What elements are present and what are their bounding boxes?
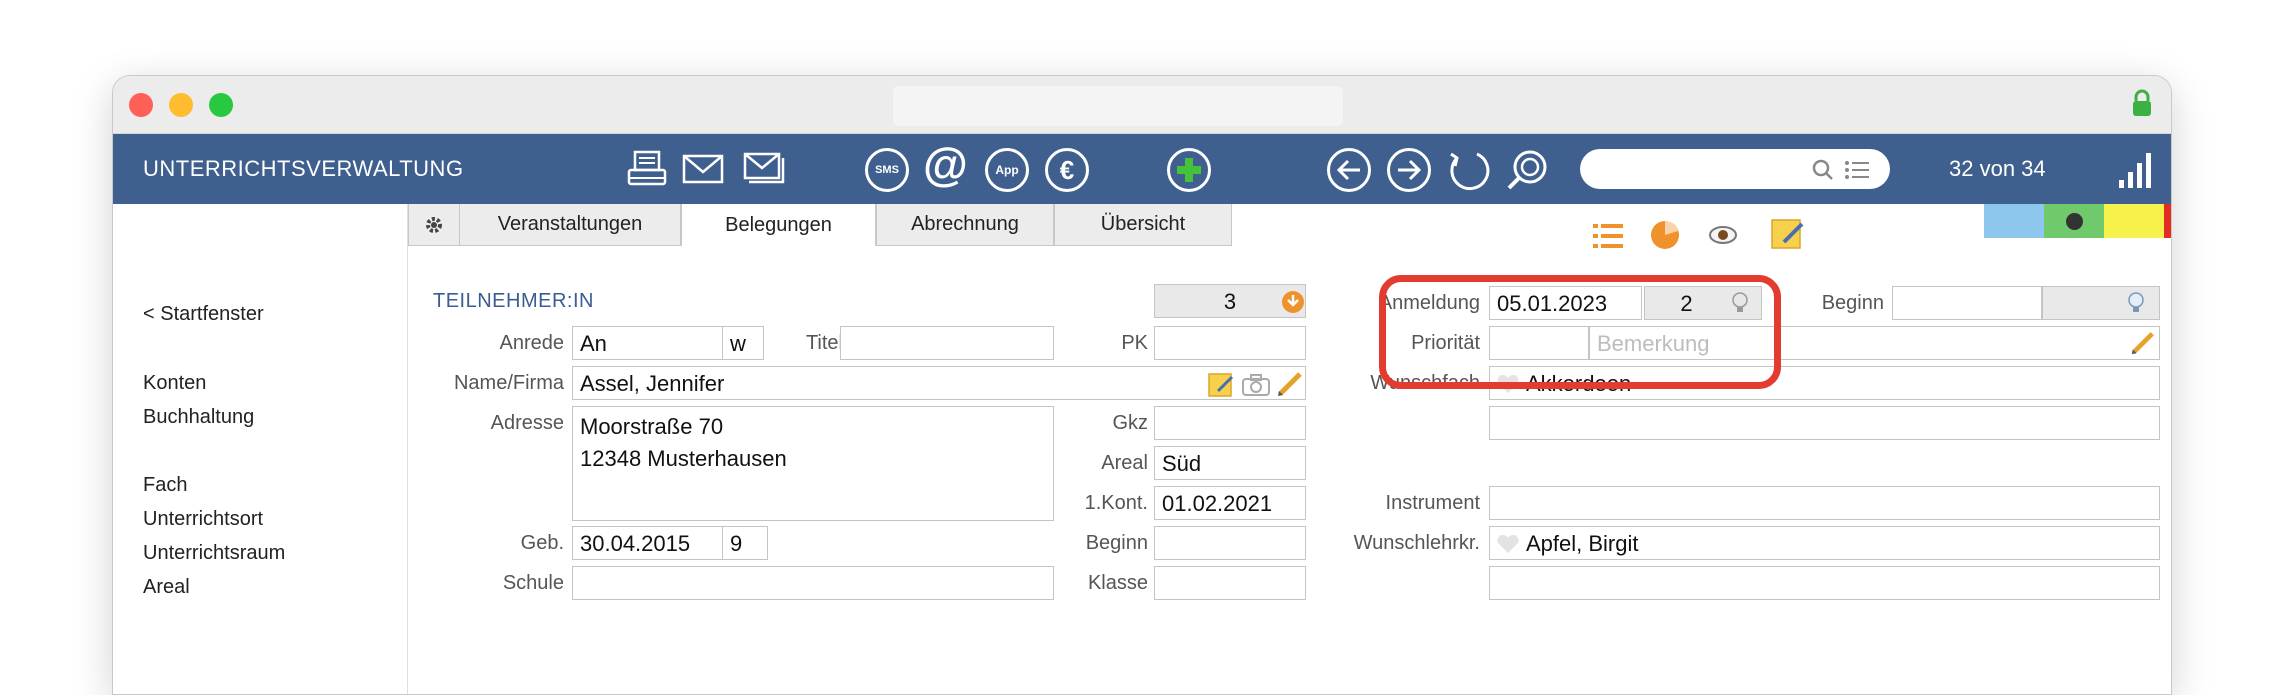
list-icon[interactable] (1844, 159, 1870, 181)
wunschlehrer-label: Wunschlehrkr. (1353, 532, 1480, 554)
app-window: UNTERRICHTSVERWALTUNG SMS @ App € 32 von… (112, 75, 2172, 695)
settings-tab[interactable] (408, 204, 460, 246)
geb-label: Geb. (520, 532, 564, 554)
color-swatch-blue[interactable] (1984, 204, 2044, 238)
zoom-icon[interactable] (1505, 148, 1549, 192)
color-swatch-yellow[interactable] (2104, 204, 2164, 238)
beginn-field[interactable] (1154, 526, 1306, 560)
pie-icon[interactable] (1650, 220, 1680, 250)
sidebar-item-fach[interactable]: Fach (143, 474, 187, 497)
pencil-icon[interactable] (1276, 370, 1304, 398)
content-area: Veranstaltungen Belegungen Abrechnung Üb… (407, 204, 2171, 694)
wunschlehrer-field[interactable]: Apfel, Birgit (1489, 526, 2160, 560)
anrede-field[interactable]: An (572, 326, 724, 360)
sms-icon[interactable]: SMS (865, 148, 909, 192)
camera-icon[interactable] (1242, 374, 1270, 396)
printer-icon[interactable] (625, 148, 669, 192)
instrument-label: Instrument (1385, 492, 1480, 514)
back-icon[interactable] (1327, 148, 1371, 192)
pencil-icon[interactable] (2130, 330, 2156, 356)
pk-label: PK (1121, 332, 1148, 354)
sidebar: < Startfenster Konten Buchhaltung Fach U… (113, 204, 407, 694)
adresse-field[interactable]: Moorstraße 70 12348 Musterhausen (572, 406, 1054, 521)
add-icon[interactable] (1167, 148, 1211, 192)
tab-veranstaltungen[interactable]: Veranstaltungen (459, 204, 681, 246)
mail-multi-icon[interactable] (743, 148, 787, 192)
selected-color-dot (2066, 213, 2083, 230)
sidebar-item-konten[interactable]: Konten (143, 372, 206, 395)
app-icon[interactable]: App (985, 148, 1029, 192)
wunschlehrer-extra-field[interactable] (1489, 566, 2160, 600)
sidebar-item-areal[interactable]: Areal (143, 576, 190, 599)
app-title: UNTERRICHTSVERWALTUNG (143, 156, 464, 181)
record-counter: 32 von 34 (1949, 156, 2046, 181)
beginn-right-label: Beginn (1821, 292, 1884, 314)
geb-field[interactable]: 30.04.2015 (572, 526, 724, 560)
gkz-field[interactable] (1154, 406, 1306, 440)
title-bar (113, 76, 2171, 134)
beginn-right-field[interactable] (1892, 286, 2042, 320)
main-toolbar: UNTERRICHTSVERWALTUNG SMS @ App € 32 von… (113, 134, 2171, 204)
instrument-field[interactable] (1489, 486, 2160, 520)
kontakt-field[interactable]: 01.02.2021 (1154, 486, 1306, 520)
mail-icon[interactable] (681, 148, 725, 192)
signal-icon[interactable] (2117, 150, 2155, 188)
color-swatch-green[interactable] (2044, 204, 2104, 238)
search-icon (1812, 159, 1833, 180)
search-field[interactable] (1580, 149, 1890, 189)
klasse-label: Klasse (1087, 572, 1148, 594)
name-field[interactable]: Assel, Jennifer (572, 366, 1306, 400)
pk-field[interactable] (1154, 326, 1306, 360)
address-bar[interactable] (893, 86, 1343, 126)
sidebar-item-unterrichtsort[interactable]: Unterrichtsort (143, 508, 263, 531)
anrede-label: Anrede (499, 332, 565, 354)
note-icon[interactable] (1208, 371, 1234, 397)
lock-icon (2133, 89, 2151, 116)
beginn-label: Beginn (1085, 532, 1148, 554)
schule-label: Schule (502, 572, 564, 594)
minimize-window-button[interactable] (169, 93, 193, 117)
close-window-button[interactable] (129, 93, 153, 117)
refresh-icon[interactable] (1447, 148, 1491, 192)
schule-field[interactable] (572, 566, 1054, 600)
titel-field[interactable] (840, 326, 1054, 360)
age-field: 9 (722, 526, 768, 560)
name-label: Name/Firma (453, 372, 564, 394)
forward-icon[interactable] (1387, 148, 1431, 192)
tab-uebersicht[interactable]: Übersicht (1054, 204, 1232, 246)
note-icon[interactable] (1770, 216, 1806, 252)
arrow-down-circle-icon[interactable] (1281, 290, 1305, 314)
section-title: TEILNEHMER:IN (433, 290, 594, 312)
areal-label: Areal (1101, 452, 1148, 474)
bulb-icon[interactable] (2126, 291, 2146, 315)
at-icon[interactable]: @ (923, 141, 968, 187)
wunschfach-extra-field[interactable] (1489, 406, 2160, 440)
adresse-line1: Moorstraße 70 (580, 414, 724, 439)
gear-icon (426, 216, 442, 233)
areal-field[interactable]: Süd (1154, 446, 1306, 480)
klasse-field[interactable] (1154, 566, 1306, 600)
heart-icon[interactable] (1496, 534, 1520, 554)
adresse-line2: 12348 Musterhausen (580, 446, 787, 471)
list-view-icon[interactable] (1593, 222, 1623, 250)
gender-field[interactable]: w (722, 326, 764, 360)
tab-abrechnung[interactable]: Abrechnung (876, 204, 1054, 246)
zoom-window-button[interactable] (209, 93, 233, 117)
color-swatch-red[interactable] (2164, 204, 2171, 238)
gkz-label: Gkz (1112, 412, 1148, 434)
kontakt-label: 1.Kont. (1084, 492, 1148, 514)
record-number: 3 (1223, 289, 1237, 314)
sidebar-item-unterrichtsraum[interactable]: Unterrichtsraum (143, 542, 285, 565)
euro-icon[interactable]: € (1045, 148, 1089, 192)
back-to-start-link[interactable]: < Startfenster (143, 303, 264, 326)
highlight-annotation (1379, 275, 1781, 389)
titel-label: Titel (805, 332, 843, 354)
adresse-label: Adresse (490, 412, 564, 434)
tab-belegungen[interactable]: Belegungen (681, 204, 876, 246)
sidebar-item-buchhaltung[interactable]: Buchhaltung (143, 406, 254, 429)
eye-icon[interactable] (1708, 224, 1738, 246)
